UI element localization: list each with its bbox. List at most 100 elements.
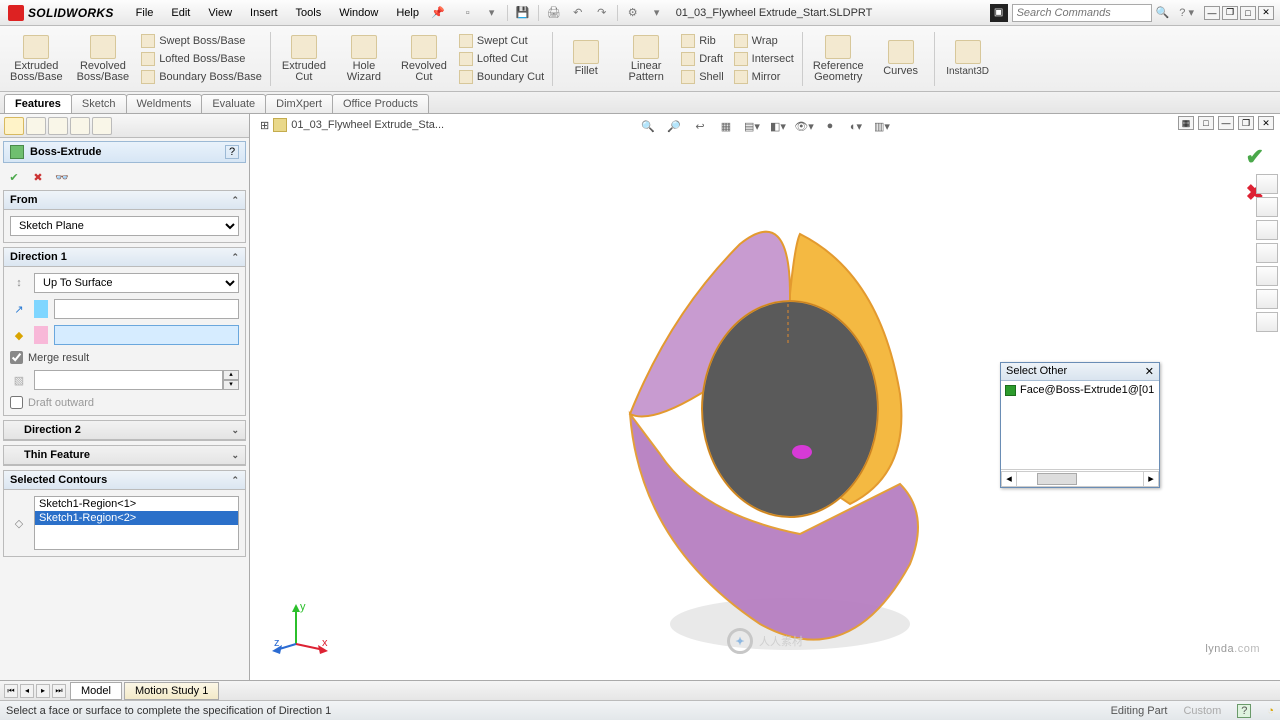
previous-view-icon[interactable]: ↩: [690, 117, 710, 135]
breadcrumb-text[interactable]: 01_03_Flywheel Extrude_Sta...: [291, 119, 444, 131]
vp-single-icon[interactable]: □: [1198, 116, 1214, 130]
pm-tab-feature-icon[interactable]: [4, 117, 24, 135]
menu-view[interactable]: View: [200, 4, 240, 22]
hole-wizard-button[interactable]: HoleWizard: [335, 28, 393, 90]
boundary-cut-button[interactable]: Boundary Cut: [455, 69, 548, 85]
merge-result-checkbox[interactable]: [10, 351, 23, 364]
select-other-close-icon[interactable]: ✕: [1145, 365, 1154, 378]
tab-weldments[interactable]: Weldments: [126, 94, 203, 113]
help-dropdown-icon[interactable]: ? ▾: [1179, 6, 1194, 19]
task-pane-view-icon[interactable]: [1256, 266, 1278, 286]
options-button[interactable]: ▾: [648, 4, 666, 22]
confirm-ok-icon[interactable]: ✔: [1246, 144, 1264, 170]
open-button[interactable]: ▾: [483, 4, 501, 22]
scroll-right-icon[interactable]: ▸: [1143, 471, 1159, 487]
status-help-icon[interactable]: ?: [1237, 704, 1251, 718]
hide-show-icon[interactable]: 👁▾: [794, 117, 814, 135]
rib-button[interactable]: Rib: [677, 33, 727, 49]
collapse-icon[interactable]: ⌃: [231, 252, 239, 263]
view-settings-icon[interactable]: ▥▾: [872, 117, 892, 135]
tab-prev-icon[interactable]: ◂: [20, 684, 34, 698]
tab-evaluate[interactable]: Evaluate: [201, 94, 266, 113]
instant3d-button[interactable]: Instant3D: [939, 28, 997, 90]
select-other-scrollbar[interactable]: ◂ ▸: [1001, 469, 1159, 487]
revolved-boss-button[interactable]: RevolvedBoss/Base: [71, 28, 136, 90]
appearance-icon[interactable]: ●: [820, 117, 840, 135]
list-item[interactable]: Sketch1-Region<2>: [35, 511, 238, 525]
tab-last-icon[interactable]: ⏭: [52, 684, 66, 698]
search-scope-icon[interactable]: ▣: [990, 4, 1008, 22]
task-pane-custom-icon[interactable]: [1256, 312, 1278, 332]
face-surface-input[interactable]: [54, 325, 239, 345]
redo-button[interactable]: ↷: [593, 4, 611, 22]
section-view-icon[interactable]: ▦: [716, 117, 736, 135]
fillet-button[interactable]: Fillet: [557, 28, 615, 90]
pm-detail-icon[interactable]: 👓: [54, 169, 70, 185]
display-style-icon[interactable]: ◧▾: [768, 117, 788, 135]
pm-help-icon[interactable]: ?: [225, 145, 239, 159]
spin-down[interactable]: ▾: [223, 380, 239, 390]
menu-window[interactable]: Window: [331, 4, 386, 22]
task-pane-explorer-icon[interactable]: [1256, 243, 1278, 263]
vp-close-icon[interactable]: ✕: [1258, 116, 1274, 130]
draft-outward-checkbox[interactable]: [10, 396, 23, 409]
tab-first-icon[interactable]: ⏮: [4, 684, 18, 698]
pm-tab-config-icon[interactable]: [48, 117, 68, 135]
save-button[interactable]: 💾: [514, 4, 532, 22]
draft-angle-input[interactable]: [34, 370, 223, 390]
status-rebuild-icon[interactable]: ◔: [1267, 705, 1274, 717]
extruded-cut-button[interactable]: ExtrudedCut: [275, 28, 333, 90]
tab-features[interactable]: Features: [4, 94, 72, 113]
vp-minimize-icon[interactable]: —: [1218, 116, 1234, 130]
print-button[interactable]: 🖨: [545, 4, 563, 22]
menu-edit[interactable]: Edit: [163, 4, 198, 22]
pm-tab-property-icon[interactable]: [26, 117, 46, 135]
task-pane-library-icon[interactable]: [1256, 220, 1278, 240]
rebuild-button[interactable]: ⚙: [624, 4, 642, 22]
list-item[interactable]: Sketch1-Region<1>: [35, 497, 238, 511]
new-button[interactable]: ▫: [459, 4, 477, 22]
face-select-icon[interactable]: ◆: [10, 326, 28, 344]
scroll-left-icon[interactable]: ◂: [1001, 471, 1017, 487]
scene-icon[interactable]: ◐▾: [846, 117, 866, 135]
collapse-icon[interactable]: ⌃: [231, 475, 239, 486]
pm-cancel-icon[interactable]: ✖: [30, 169, 46, 185]
task-pane-appearance-icon[interactable]: [1256, 289, 1278, 309]
undo-button[interactable]: ↶: [569, 4, 587, 22]
orientation-triad[interactable]: y x z: [274, 600, 330, 656]
direction-reference-input[interactable]: [54, 299, 239, 319]
pm-ok-icon[interactable]: ✔: [6, 169, 22, 185]
bottom-tab-motion[interactable]: Motion Study 1: [124, 682, 219, 700]
direction-vector-icon[interactable]: ↗: [10, 300, 28, 318]
spin-up[interactable]: ▴: [223, 370, 239, 380]
graphics-viewport[interactable]: ⊞ 01_03_Flywheel Extrude_Sta... 🔍 🔎 ↩ ▦ …: [250, 114, 1280, 680]
menu-help[interactable]: Help: [388, 4, 427, 22]
scroll-thumb[interactable]: [1037, 473, 1077, 485]
restore-button[interactable]: ❐: [1222, 6, 1238, 20]
mirror-button[interactable]: Mirror: [730, 69, 798, 85]
vp-maximize-icon[interactable]: ❐: [1238, 116, 1254, 130]
expand-icon[interactable]: ⌄: [231, 450, 239, 461]
bottom-tab-model[interactable]: Model: [70, 682, 122, 700]
close-button[interactable]: ✕: [1258, 6, 1274, 20]
select-other-item[interactable]: Face@Boss-Extrude1@[01: [1003, 383, 1157, 397]
shell-button[interactable]: Shell: [677, 69, 727, 85]
end-condition-select[interactable]: Up To Surface: [34, 273, 239, 293]
from-select[interactable]: Sketch Plane: [10, 216, 239, 236]
task-pane-resources-icon[interactable]: [1256, 197, 1278, 217]
collapse-icon[interactable]: ⌃: [231, 195, 239, 206]
tab-office[interactable]: Office Products: [332, 94, 429, 113]
revolved-cut-button[interactable]: RevolvedCut: [395, 28, 453, 90]
contours-listbox[interactable]: Sketch1-Region<1> Sketch1-Region<2>: [34, 496, 239, 550]
status-units[interactable]: Custom: [1183, 705, 1221, 717]
zoom-area-icon[interactable]: 🔎: [664, 117, 684, 135]
select-other-popup[interactable]: Select Other✕ Face@Boss-Extrude1@[01 ◂ ▸: [1000, 362, 1160, 488]
search-input[interactable]: [1012, 4, 1152, 22]
linear-pattern-button[interactable]: LinearPattern: [617, 28, 675, 90]
tab-dimxpert[interactable]: DimXpert: [265, 94, 333, 113]
pm-tab-dimxpert-icon[interactable]: [70, 117, 90, 135]
menu-tools[interactable]: Tools: [288, 4, 330, 22]
vp-tile-icon[interactable]: ▦: [1178, 116, 1194, 130]
pin-icon[interactable]: 📌: [431, 6, 445, 19]
curves-button[interactable]: Curves: [872, 28, 930, 90]
